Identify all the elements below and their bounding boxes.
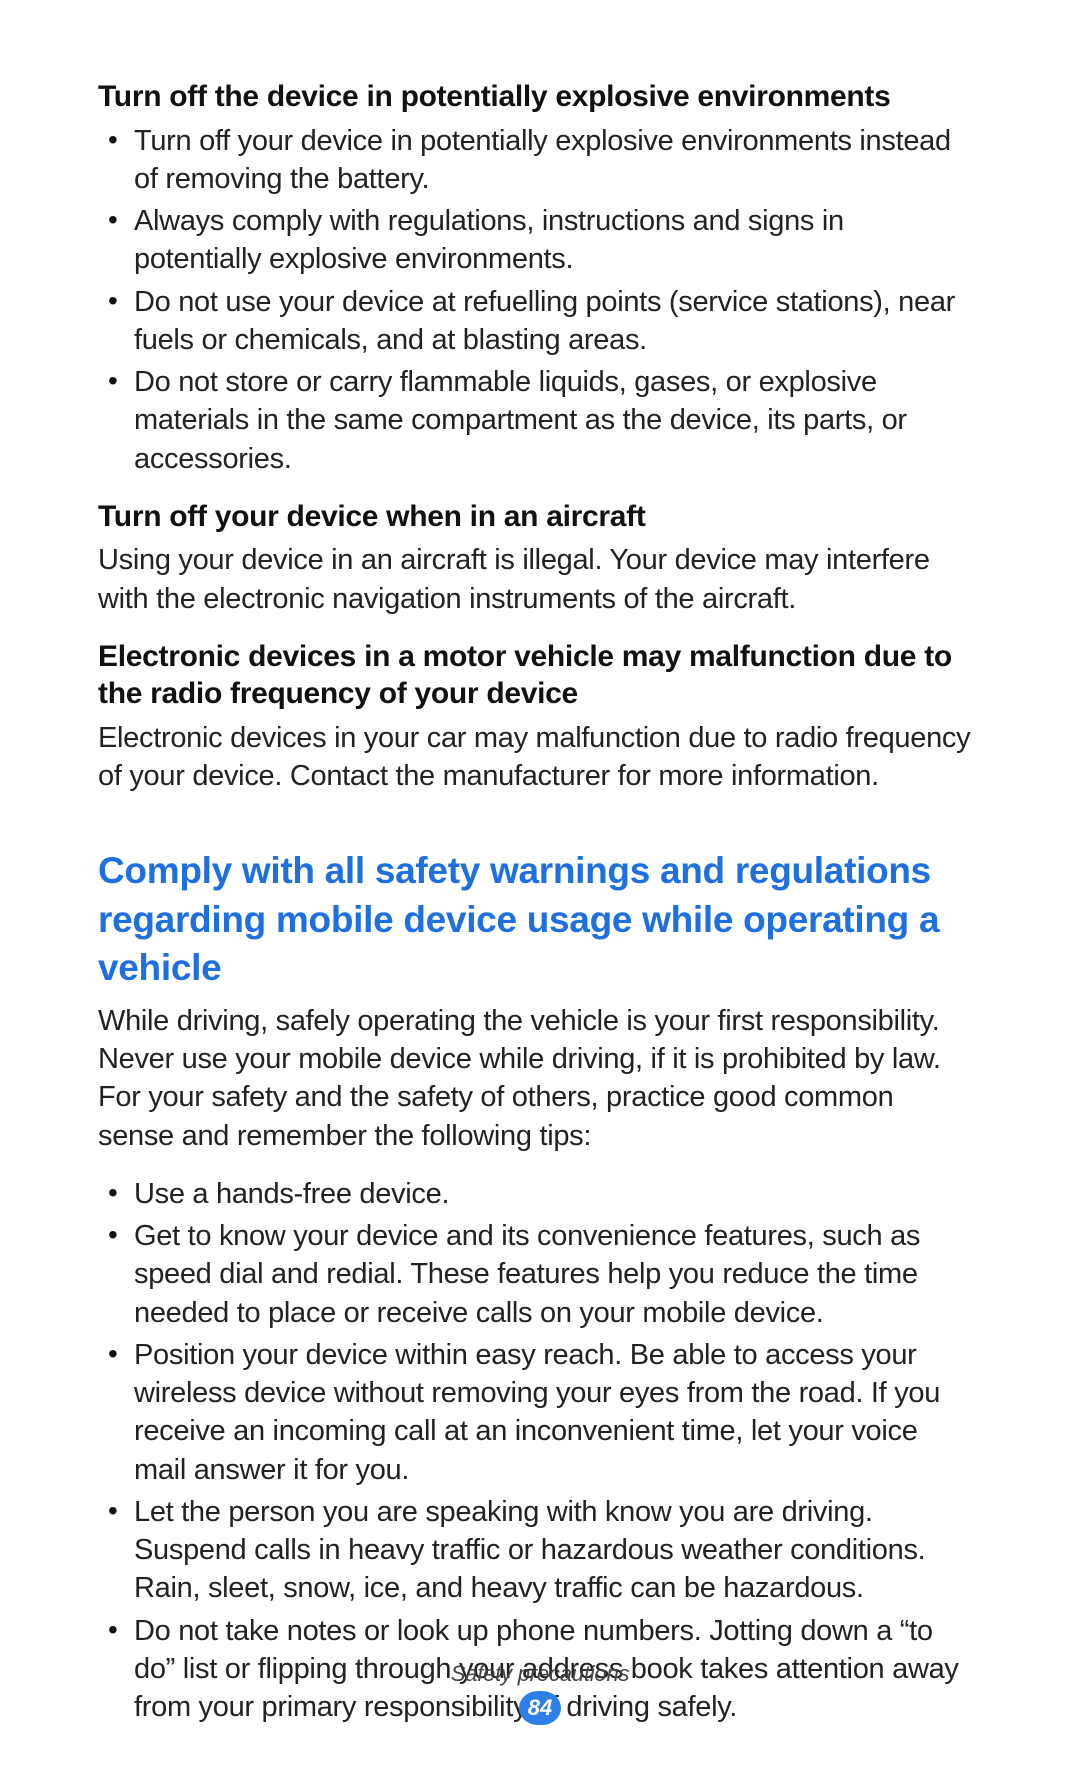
list-item: Do not store or carry flammable liquids,… [98, 363, 972, 478]
list-item: Always comply with regulations, instruct… [98, 202, 972, 279]
bullet-list: Turn off your device in potentially expl… [98, 122, 972, 478]
section-motor-vehicle: Electronic devices in a motor vehicle ma… [98, 638, 972, 796]
section-heading: Electronic devices in a motor vehicle ma… [98, 638, 972, 713]
list-item: Use a hands-free device. [98, 1175, 972, 1213]
page-footer: Safety precautions 84 [0, 1661, 1080, 1725]
page-number: 84 [528, 1695, 552, 1721]
list-item: Let the person you are speaking with kno… [98, 1493, 972, 1608]
document-page: Turn off the device in potentially explo… [0, 0, 1080, 1771]
section-heading: Turn off your device when in an aircraft [98, 498, 972, 536]
paragraph: Using your device in an aircraft is ille… [98, 541, 972, 618]
page-number-badge: 84 [519, 1691, 561, 1725]
list-item: Position your device within easy reach. … [98, 1336, 972, 1489]
list-item: Do not use your device at refuelling poi… [98, 283, 972, 360]
paragraph: While driving, safely operating the vehi… [98, 1002, 972, 1155]
footer-section-title: Safety precautions [0, 1661, 1080, 1687]
list-item: Turn off your device in potentially expl… [98, 122, 972, 199]
section-heading: Turn off the device in potentially explo… [98, 78, 972, 116]
major-heading: Comply with all safety warnings and regu… [98, 847, 972, 991]
section-explosive-environments: Turn off the device in potentially explo… [98, 78, 972, 478]
paragraph: Electronic devices in your car may malfu… [98, 719, 972, 796]
list-item: Get to know your device and its convenie… [98, 1217, 972, 1332]
section-aircraft: Turn off your device when in an aircraft… [98, 498, 972, 618]
bullet-list: Use a hands-free device. Get to know you… [98, 1175, 972, 1727]
